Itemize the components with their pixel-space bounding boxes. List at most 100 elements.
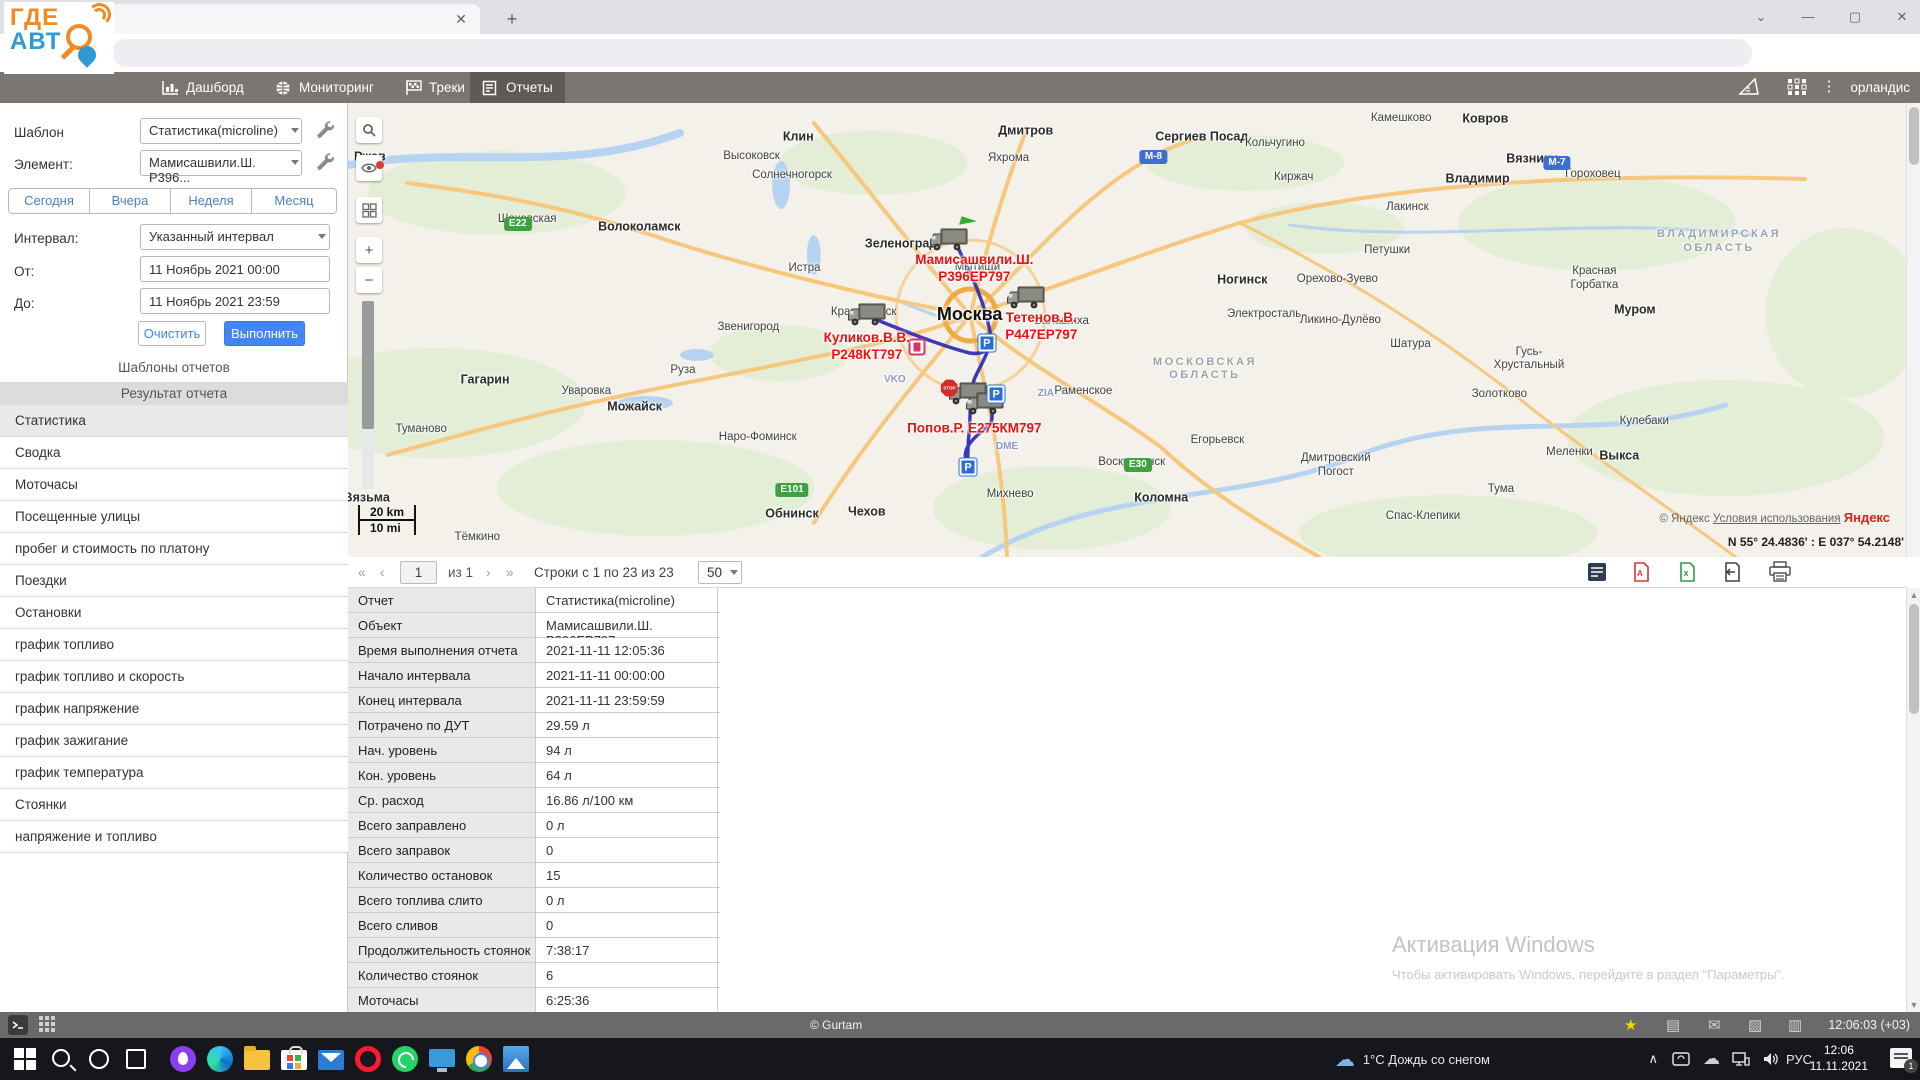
map-area[interactable]: Ржев Клин Высоковск Солнечногорск Дмитро… bbox=[348, 103, 1906, 557]
to-datetime-input[interactable] bbox=[140, 288, 330, 314]
taskbar-app-icon[interactable] bbox=[12, 1046, 38, 1072]
taskbar-app-icon[interactable] bbox=[318, 1050, 344, 1070]
report-template-icon[interactable] bbox=[1586, 561, 1610, 585]
report-list-item[interactable]: напряжение и топливо bbox=[0, 821, 348, 853]
print-icon[interactable] bbox=[1768, 561, 1792, 585]
report-list-item[interactable]: пробег и стоимость по платону bbox=[0, 533, 348, 565]
map-marker[interactable]: P bbox=[978, 335, 995, 352]
report-list-item[interactable]: Статистика bbox=[0, 405, 348, 437]
taskbar-app-icon[interactable] bbox=[355, 1046, 381, 1072]
map-marker[interactable]: P bbox=[960, 459, 977, 476]
taskbar-app-icon[interactable] bbox=[89, 1049, 109, 1069]
run-report-button[interactable]: Выполнить bbox=[224, 321, 305, 346]
scrollbar-thumb[interactable] bbox=[1909, 604, 1919, 714]
report-list-item[interactable]: Моточасы bbox=[0, 469, 348, 501]
vehicle-label[interactable]: Тетенов.В. Р447ЕР797 bbox=[1005, 310, 1077, 344]
tab-tracks[interactable]: Треки bbox=[393, 72, 477, 103]
user-account-name[interactable]: орландис bbox=[1850, 80, 1910, 95]
import-icon[interactable] bbox=[1720, 561, 1744, 585]
report-list-item[interactable]: Поездки bbox=[0, 565, 348, 597]
taskbar-app-icon[interactable] bbox=[126, 1049, 146, 1069]
report-list-item[interactable]: график топливо и скорость bbox=[0, 661, 348, 693]
quick-range-month[interactable]: Месяц bbox=[251, 188, 337, 214]
report-list-item[interactable]: график напряжение bbox=[0, 693, 348, 725]
taskbar-clock[interactable]: 12:06 11.11.2021 bbox=[1810, 1042, 1868, 1074]
report-list-item[interactable]: график топливо bbox=[0, 629, 348, 661]
tab-dashboard[interactable]: Дашборд bbox=[150, 72, 256, 103]
quick-range-week[interactable]: Неделя bbox=[170, 188, 252, 214]
terminal-icon[interactable] bbox=[8, 1015, 28, 1039]
report-list-item[interactable]: Посещенные улицы bbox=[0, 501, 348, 533]
scroll-down-arrow[interactable]: ▼ bbox=[1907, 998, 1920, 1012]
scrollbar-thumb[interactable] bbox=[1909, 107, 1919, 165]
zoom-out-button[interactable]: − bbox=[356, 267, 382, 293]
browser-tab[interactable]: ✕ bbox=[108, 4, 480, 34]
tab-search-icon[interactable]: ⌄ bbox=[1746, 6, 1776, 28]
tab-close-icon[interactable]: ✕ bbox=[452, 10, 470, 28]
map-scrollbar[interactable] bbox=[1906, 103, 1920, 557]
page-number-input[interactable]: 1 bbox=[400, 561, 437, 584]
template-settings-wrench-icon[interactable] bbox=[314, 119, 336, 141]
report-list-item[interactable]: Стоянки bbox=[0, 789, 348, 821]
first-page-button[interactable]: « bbox=[358, 557, 366, 588]
cast-icon[interactable] bbox=[1672, 1038, 1690, 1080]
ruler-icon[interactable] bbox=[1738, 77, 1760, 97]
taskbar-app-icon[interactable] bbox=[244, 1050, 270, 1070]
pdf-export-icon[interactable]: A bbox=[1630, 561, 1654, 585]
excel-export-icon[interactable]: x bbox=[1676, 561, 1700, 585]
taskbar-app-icon[interactable] bbox=[52, 1049, 70, 1067]
map-zoom-thumb[interactable] bbox=[362, 301, 374, 429]
volume-icon[interactable] bbox=[1763, 1038, 1780, 1080]
new-tab-button[interactable]: + bbox=[500, 7, 524, 31]
interval-select[interactable]: Указанный интервал bbox=[140, 224, 330, 250]
vehicle-label[interactable]: Мамисашвили.Ш. Р396ЕР797 bbox=[915, 252, 1033, 286]
network-icon[interactable] bbox=[1732, 1038, 1750, 1080]
map-marker[interactable]: P bbox=[988, 386, 1005, 403]
report-templates-link[interactable]: Шаблоны отчетов bbox=[0, 360, 348, 375]
list-icon[interactable]: ▤ bbox=[1666, 1016, 1680, 1034]
mail-export-icon[interactable]: ✉ bbox=[1708, 1016, 1721, 1034]
prev-page-button[interactable]: ‹ bbox=[380, 557, 385, 588]
grid-apps-icon[interactable] bbox=[1786, 77, 1808, 97]
last-page-button[interactable]: » bbox=[506, 557, 514, 588]
template-select[interactable]: Статистика(microline) bbox=[140, 118, 302, 144]
tab-monitoring[interactable]: Мониторинг bbox=[263, 72, 386, 103]
taskbar-app-icon[interactable] bbox=[429, 1049, 455, 1067]
vehicle-label[interactable]: Попов.Р. Е275КМ797 bbox=[907, 421, 1041, 438]
split-panel-icon[interactable]: ▥ bbox=[1788, 1016, 1802, 1034]
favorites-star-icon[interactable]: ★ bbox=[1624, 1016, 1637, 1034]
weather-widget[interactable]: ☁ 1°C Дождь со снегом bbox=[1335, 1038, 1490, 1080]
taskbar-app-icon[interactable] bbox=[207, 1046, 233, 1072]
taskbar-app-icon[interactable] bbox=[170, 1046, 196, 1072]
map-zoom-slider[interactable] bbox=[362, 301, 374, 489]
vehicle-label[interactable]: Куликов.В.В. Р248КТ797 bbox=[824, 330, 910, 364]
scroll-up-arrow[interactable]: ▲ bbox=[1907, 588, 1920, 602]
table-scrollbar[interactable]: ▲ ▼ bbox=[1906, 588, 1920, 1012]
nav-kebab-icon[interactable]: ⋮ bbox=[1818, 77, 1840, 97]
window-minimize-button[interactable]: — bbox=[1793, 6, 1823, 28]
action-center-icon[interactable]: 1 bbox=[1890, 1048, 1912, 1068]
zoom-in-button[interactable]: + bbox=[356, 237, 382, 263]
tab-reports[interactable]: Отчеты bbox=[470, 72, 565, 103]
truck-icon[interactable] bbox=[847, 302, 887, 328]
element-settings-wrench-icon[interactable] bbox=[314, 151, 336, 173]
taskbar-app-icon[interactable] bbox=[466, 1046, 492, 1072]
window-maximize-button[interactable]: ▢ bbox=[1840, 6, 1870, 28]
report-list-item[interactable]: Сводка bbox=[0, 437, 348, 469]
map-marker[interactable] bbox=[908, 338, 925, 355]
grid-dots-icon[interactable] bbox=[38, 1015, 56, 1037]
taskbar-app-icon[interactable] bbox=[503, 1046, 529, 1072]
taskbar-app-icon[interactable] bbox=[392, 1046, 418, 1072]
onedrive-cloud-icon[interactable]: ☁ bbox=[1703, 1038, 1720, 1080]
address-bar[interactable] bbox=[112, 39, 1752, 67]
quick-range-today[interactable]: Сегодня bbox=[8, 188, 90, 214]
report-list-item[interactable]: график температура bbox=[0, 757, 348, 789]
language-indicator[interactable]: РУС bbox=[1786, 1038, 1812, 1080]
clear-button[interactable]: Очистить bbox=[138, 321, 206, 346]
map-search-button[interactable] bbox=[356, 117, 382, 143]
element-select[interactable]: Мамисашвили.Ш. Р396... bbox=[140, 150, 302, 176]
report-list-item[interactable]: Остановки bbox=[0, 597, 348, 629]
truck-icon[interactable] bbox=[929, 227, 969, 253]
from-datetime-input[interactable] bbox=[140, 256, 330, 282]
tray-chevron-icon[interactable]: ∧ bbox=[1648, 1038, 1658, 1080]
